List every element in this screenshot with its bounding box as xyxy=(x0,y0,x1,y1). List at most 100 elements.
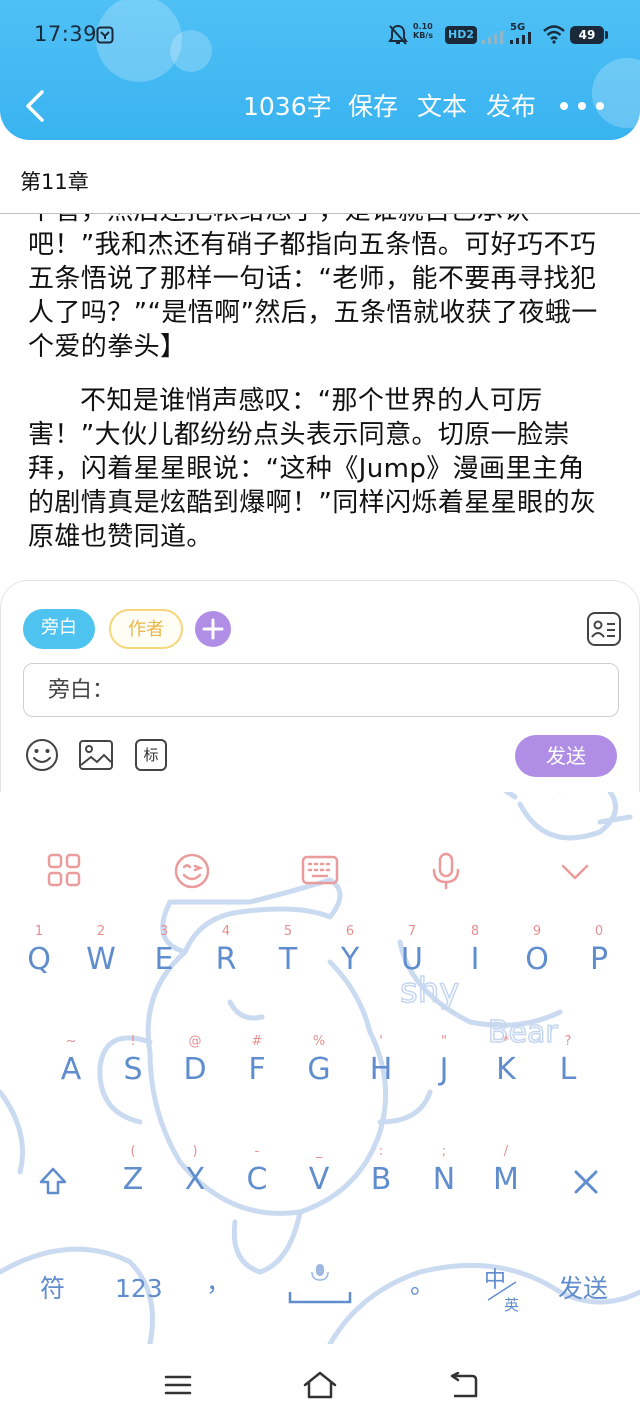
key-sub-label: 7 xyxy=(407,924,417,939)
save-button[interactable]: 保存 xyxy=(348,92,398,122)
key-sub-label: 9 xyxy=(532,924,542,939)
network-speed-value: 0.10 xyxy=(413,22,433,31)
key-main-label: A xyxy=(60,1052,82,1087)
key-sub-label: 3 xyxy=(159,924,169,939)
key-main-label: U xyxy=(401,942,423,977)
key-x[interactable]: ) X xyxy=(164,1144,226,1240)
emoji-wink-icon[interactable] xyxy=(173,852,211,890)
text-button[interactable]: 文本 xyxy=(417,92,467,122)
space-key[interactable] xyxy=(288,1262,352,1306)
key-main-label: P xyxy=(589,942,609,977)
role-chip-narration[interactable]: 旁白 xyxy=(23,609,95,649)
story-paragraph: 不管，然后还把帐给忘了，是谁就自己承认吧！”我和杰还有硝子都指向五条悟。可好巧不… xyxy=(28,214,598,362)
hd-badge: HD2 xyxy=(445,26,477,44)
key-p[interactable]: 0P xyxy=(568,924,630,1020)
emoji-icon[interactable] xyxy=(24,737,60,773)
key-m[interactable]: / M xyxy=(475,1144,537,1240)
language-switch-key[interactable]: 中 英 xyxy=(484,1262,524,1316)
key-main-label: Z xyxy=(122,1162,144,1197)
clock-time: 17:39 xyxy=(34,22,98,46)
key-sub-label: : xyxy=(378,1144,384,1159)
more-dot-icon xyxy=(560,102,568,110)
key-sub-label: 5 xyxy=(283,924,293,939)
key-sub-label: - xyxy=(254,1144,260,1159)
signal-icon xyxy=(510,32,531,44)
keyboard-switch-icon[interactable] xyxy=(301,852,339,888)
key-a[interactable]: ~ A xyxy=(40,1034,102,1130)
home-icon[interactable] xyxy=(302,1370,338,1400)
key-main-label: F xyxy=(248,1052,266,1087)
soft-keyboard: shy Bear 1Q 2W 3 E 4 R 5 T 6 Y 7 U 8 I 9… xyxy=(0,792,640,1344)
add-role-button[interactable] xyxy=(195,611,231,647)
key-main-label: D xyxy=(183,1052,207,1087)
key-w[interactable]: 2W xyxy=(70,924,132,1020)
key-c[interactable]: -C xyxy=(226,1144,288,1240)
menu-icon[interactable] xyxy=(164,1374,192,1396)
symbols-key[interactable]: 符 xyxy=(40,1274,65,1304)
key-j[interactable]: " J xyxy=(413,1034,475,1130)
key-main-label: W xyxy=(86,942,116,977)
notification-app-icon xyxy=(96,26,114,44)
key-f[interactable]: # F xyxy=(226,1034,288,1130)
space-mic-icon xyxy=(288,1264,352,1304)
keyboard-send-key[interactable]: 发送 xyxy=(558,1274,608,1304)
send-button[interactable]: 发送 xyxy=(515,735,617,777)
key-s[interactable]: ! S xyxy=(102,1034,164,1130)
key-q[interactable]: 1Q xyxy=(8,924,70,1020)
image-icon[interactable] xyxy=(78,737,114,773)
key-k[interactable]: * K xyxy=(475,1034,537,1130)
key-i[interactable]: 8I xyxy=(444,924,506,1020)
key-e[interactable]: 3E xyxy=(133,924,195,1020)
more-options-button[interactable] xyxy=(560,88,604,124)
key-h[interactable]: ' H xyxy=(350,1034,412,1130)
status-bar: 17:39 0.10 KB/s HD2 5G 49 xyxy=(0,0,640,70)
tag-button[interactable]: 标 xyxy=(135,739,167,771)
key-sub-label: 0 xyxy=(594,924,604,939)
key-main-label: X xyxy=(184,1162,206,1197)
back-button[interactable] xyxy=(18,86,54,126)
comma-key[interactable]: ， xyxy=(206,1268,231,1298)
key-main-label: Y xyxy=(340,942,360,977)
key-l[interactable]: ? L xyxy=(537,1034,599,1130)
network-speed: 0.10 KB/s xyxy=(413,22,433,40)
back-nav-icon[interactable] xyxy=(448,1372,478,1398)
key-u[interactable]: 7U xyxy=(381,924,443,1020)
key-v[interactable]: _ V xyxy=(288,1144,350,1240)
key-g[interactable]: % G xyxy=(288,1034,350,1130)
key-o[interactable]: 9O xyxy=(506,924,568,1020)
key-sub-label: ' xyxy=(379,1034,383,1049)
microphone-icon[interactable] xyxy=(431,852,461,890)
key-main-label: O xyxy=(525,942,549,977)
message-input[interactable] xyxy=(48,674,598,706)
numbers-key[interactable]: 123 xyxy=(115,1274,163,1304)
key-main-label: L xyxy=(559,1052,577,1087)
key-d[interactable]: @ D xyxy=(164,1034,226,1130)
word-count: 1036字 xyxy=(243,92,332,121)
key-r[interactable]: 4R xyxy=(195,924,257,1020)
signal-weak-icon xyxy=(482,31,503,44)
shift-icon[interactable] xyxy=(38,1166,68,1196)
key-sub-label: " xyxy=(441,1034,447,1049)
chevron-down-icon[interactable] xyxy=(560,862,590,882)
key-sub-label: ; xyxy=(441,1144,447,1159)
message-input-box[interactable] xyxy=(23,663,619,717)
key-t[interactable]: 5T xyxy=(257,924,319,1020)
key-b[interactable]: :B xyxy=(350,1144,412,1240)
key-z[interactable]: (Z xyxy=(102,1144,164,1240)
role-chip-author[interactable]: 作者 xyxy=(109,609,183,649)
app-grid-icon[interactable] xyxy=(46,852,82,888)
delete-key-icon[interactable] xyxy=(572,1168,600,1196)
key-main-label: K xyxy=(496,1052,516,1087)
key-n[interactable]: ; N xyxy=(413,1144,475,1240)
key-main-label: J xyxy=(439,1052,449,1087)
key-main-label: E xyxy=(154,942,174,977)
key-sub-label: ? xyxy=(564,1034,572,1049)
contact-card-icon[interactable] xyxy=(586,611,622,647)
key-main-label: N xyxy=(432,1162,456,1197)
chapter-title[interactable]: 第11章 xyxy=(20,166,89,196)
period-key[interactable]: 。 xyxy=(410,1270,435,1300)
key-main-label: G xyxy=(307,1052,331,1087)
story-content[interactable]: 不管，然后还把帐给忘了，是谁就自己承认吧！”我和杰还有硝子都指向五条悟。可好巧不… xyxy=(0,214,640,579)
publish-button[interactable]: 发布 xyxy=(486,92,536,122)
key-y[interactable]: 6Y xyxy=(319,924,381,1020)
